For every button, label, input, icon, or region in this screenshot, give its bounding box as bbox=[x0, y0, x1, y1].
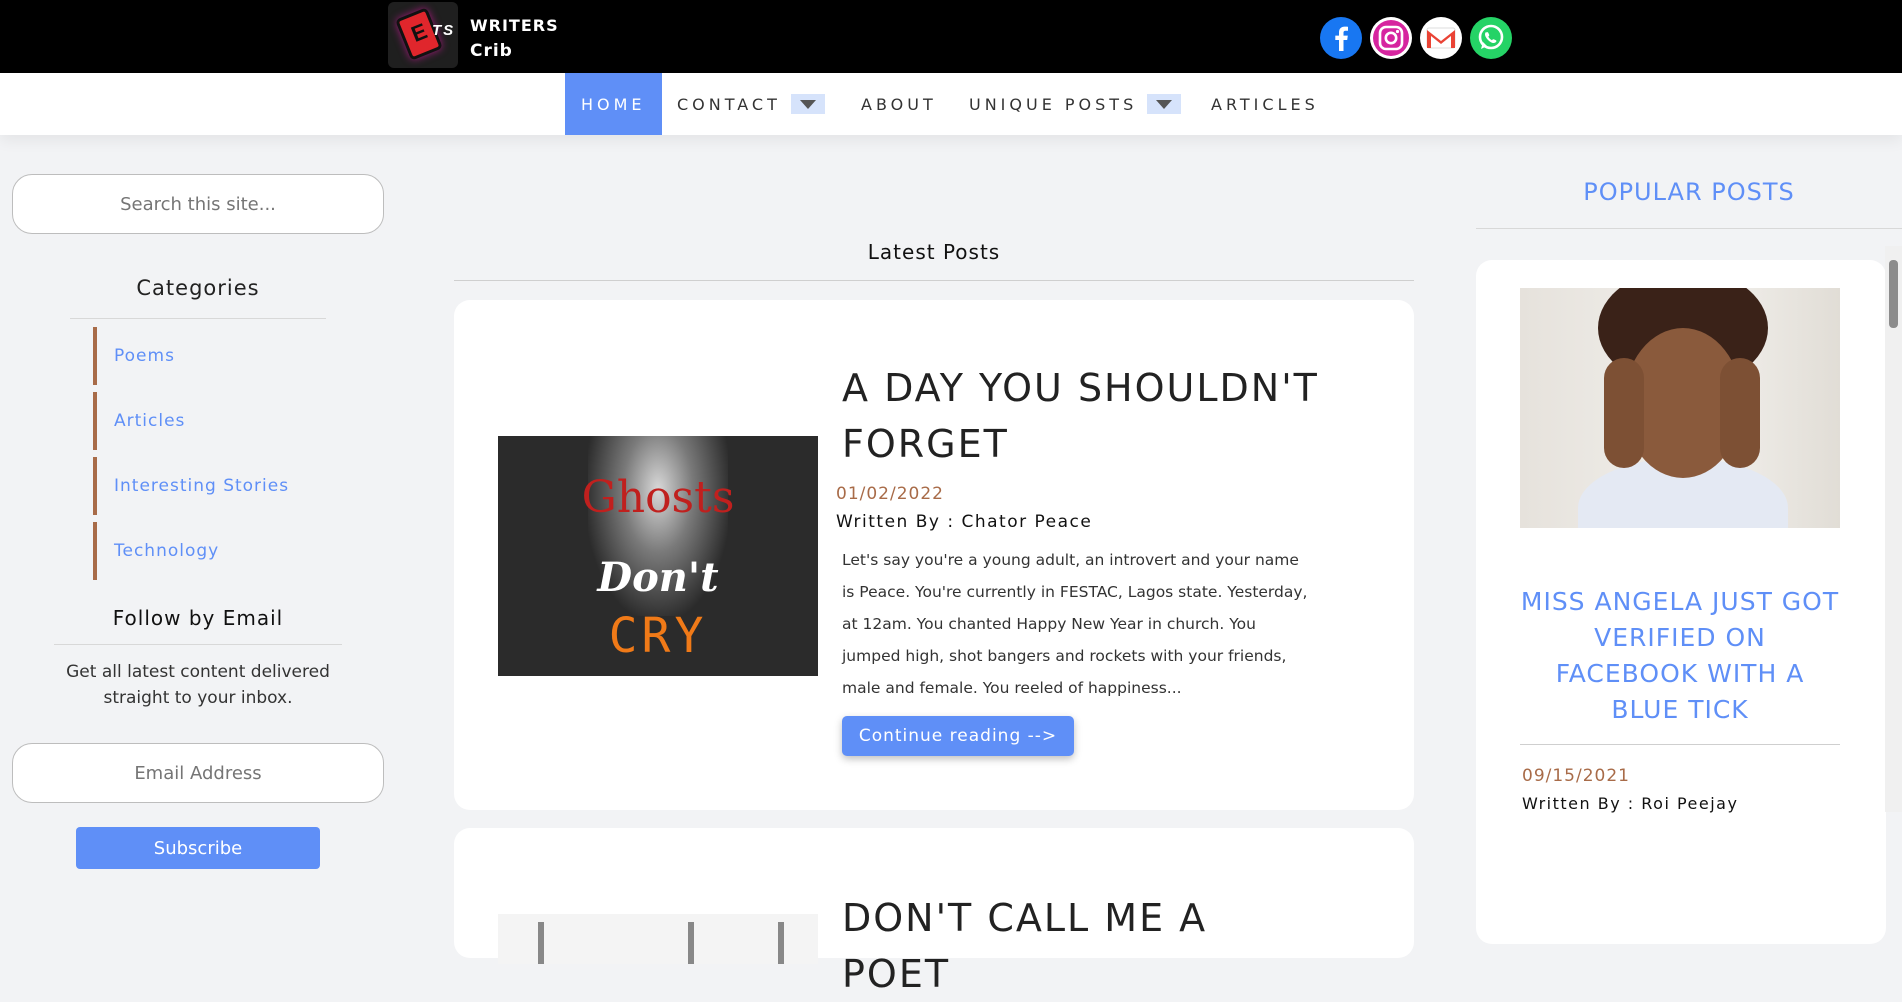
post-thumbnail[interactable]: Ghosts Don't CRY bbox=[498, 436, 818, 676]
top-header: E TS WRITERS Crib bbox=[0, 0, 1902, 73]
main-navigation: HOME CONTACT ABOUT UNIQUE POSTS ARTICLES bbox=[0, 73, 1902, 135]
subscribe-button[interactable]: Subscribe bbox=[76, 827, 320, 869]
post-thumbnail[interactable] bbox=[498, 914, 818, 964]
brand-name-line2: Crib bbox=[470, 41, 513, 61]
popular-post-title[interactable]: MISS ANGELA JUST GOT VERIFIED ON FACEBOO… bbox=[1520, 584, 1840, 745]
post-author: Written By : Chator Peace bbox=[836, 512, 1093, 532]
post-date: 01/02/2022 bbox=[836, 484, 944, 504]
nav-about[interactable]: ABOUT bbox=[861, 73, 937, 135]
category-articles[interactable]: Articles bbox=[93, 392, 313, 450]
chevron-down-icon[interactable] bbox=[790, 94, 825, 114]
categories-heading: Categories bbox=[70, 276, 326, 319]
whatsapp-icon[interactable] bbox=[1470, 17, 1512, 59]
nav-unique-posts-label: UNIQUE POSTS bbox=[969, 94, 1138, 114]
image-hand-shape bbox=[1604, 358, 1644, 468]
post-title[interactable]: DON'T CALL ME A POET bbox=[842, 890, 1322, 1002]
chevron-down-icon[interactable] bbox=[1147, 94, 1182, 114]
nav-unique-posts[interactable]: UNIQUE POSTS bbox=[969, 73, 1182, 135]
thumbnail-word-dont: Don't bbox=[597, 554, 719, 601]
category-technology[interactable]: Technology bbox=[93, 522, 313, 580]
continue-reading-button[interactable]: Continue reading --> bbox=[842, 716, 1074, 756]
scrollbar-thumb[interactable] bbox=[1889, 260, 1898, 328]
popular-posts-heading: POPULAR POSTS bbox=[1476, 178, 1902, 229]
image-hand-shape bbox=[1720, 358, 1760, 468]
brand-name-line1: WRITERS bbox=[470, 16, 559, 35]
logo-letters-ts: TS bbox=[432, 22, 456, 39]
latest-posts-heading: Latest Posts bbox=[454, 240, 1414, 281]
popular-post-card: MISS ANGELA JUST GOT VERIFIED ON FACEBOO… bbox=[1476, 260, 1886, 944]
thumbnail-word-ghosts: Ghosts bbox=[581, 472, 735, 523]
popular-post-date: 09/15/2021 bbox=[1522, 766, 1630, 786]
nav-contact[interactable]: CONTACT bbox=[677, 73, 825, 135]
email-field[interactable] bbox=[12, 743, 384, 803]
follow-email-description: Get all latest content delivered straigh… bbox=[66, 662, 330, 708]
instagram-icon[interactable] bbox=[1370, 17, 1412, 59]
nav-articles[interactable]: ARTICLES bbox=[1211, 73, 1319, 135]
thumbnail-pole-shape bbox=[538, 922, 544, 964]
gmail-icon[interactable] bbox=[1420, 17, 1462, 59]
popular-post-image[interactable] bbox=[1520, 288, 1840, 528]
scrollbar[interactable] bbox=[1885, 246, 1902, 812]
site-logo[interactable]: E TS bbox=[388, 2, 458, 68]
nav-home[interactable]: HOME bbox=[565, 73, 662, 135]
nav-contact-label: CONTACT bbox=[677, 94, 781, 114]
search-input[interactable] bbox=[12, 174, 384, 234]
thumbnail-pole-shape bbox=[778, 922, 784, 964]
post-card: DON'T CALL ME A POET bbox=[454, 828, 1414, 996]
thumbnail-word-cry: CRY bbox=[608, 608, 708, 664]
category-poems[interactable]: Poems bbox=[93, 327, 313, 385]
facebook-icon[interactable] bbox=[1320, 17, 1362, 59]
post-card: Ghosts Don't CRY A DAY YOU SHOULDN'T FOR… bbox=[454, 300, 1414, 810]
post-title[interactable]: A DAY YOU SHOULDN'T FORGET bbox=[842, 360, 1322, 472]
popular-post-author: Written By : Roi Peejay bbox=[1522, 794, 1739, 813]
post-excerpt: Let's say you're a young adult, an intro… bbox=[842, 551, 1308, 697]
thumbnail-pole-shape bbox=[688, 922, 694, 964]
category-interesting-stories[interactable]: Interesting Stories bbox=[93, 457, 313, 515]
follow-email-heading: Follow by Email bbox=[54, 606, 342, 645]
